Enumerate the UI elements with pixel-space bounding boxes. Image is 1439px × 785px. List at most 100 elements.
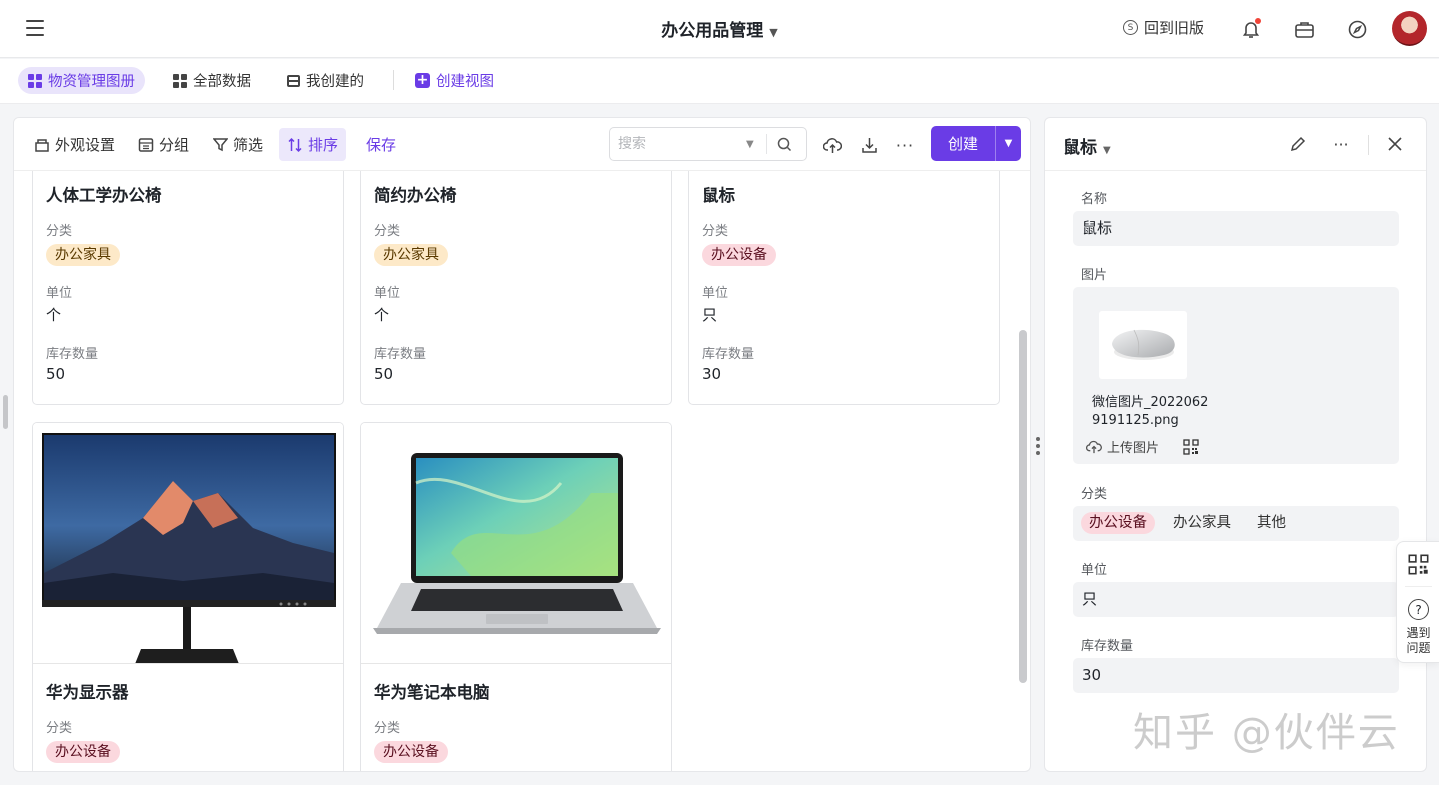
appearance-label: 外观设置 <box>55 136 116 154</box>
create-label: 创建 <box>947 135 978 153</box>
bell-icon[interactable] <box>1240 18 1262 40</box>
table-icon <box>287 74 300 87</box>
upload-image-button[interactable]: 上传图片 <box>1086 437 1159 456</box>
help-icon[interactable]: ? <box>1408 599 1429 620</box>
upload-label: 上传图片 <box>1107 441 1160 456</box>
help-text: 遇到 问题 <box>1406 626 1431 655</box>
field-label: 库存数量 <box>1081 639 1134 654</box>
card-cover-image <box>33 423 343 664</box>
chevron-down-icon[interactable]: ▼ <box>996 138 1021 149</box>
grid-icon <box>173 73 187 88</box>
appearance-button[interactable]: 外观设置 <box>26 128 123 161</box>
resize-handle[interactable] <box>3 395 8 429</box>
divider <box>1368 135 1369 155</box>
field-label: 分类 <box>46 224 73 239</box>
card-title: 华为显示器 <box>46 683 129 702</box>
group-icon <box>138 137 154 152</box>
briefcase-icon[interactable] <box>1293 18 1315 40</box>
side-float-widget: ? 遇到 问题 <box>1396 541 1439 663</box>
qr-code-icon[interactable] <box>1408 554 1429 575</box>
filter-label: 筛选 <box>233 136 264 154</box>
field-label: 分类 <box>46 721 73 736</box>
mouse-image <box>1112 329 1175 360</box>
category-option[interactable]: 其他 <box>1249 512 1294 534</box>
field-label: 库存数量 <box>702 347 755 362</box>
more-icon[interactable]: ··· <box>895 135 915 155</box>
qr-code-icon[interactable] <box>1183 439 1199 455</box>
group-button[interactable]: 分组 <box>130 128 197 161</box>
detail-title[interactable]: 鼠标 ▼ <box>1063 133 1111 158</box>
field-value: 个 <box>374 306 390 324</box>
record-card[interactable]: 简约办公椅 分类 办公家具 单位 个 库存数量 50 <box>360 156 672 405</box>
create-view-label: 创建视图 <box>436 74 494 90</box>
upload-cloud-icon[interactable] <box>822 135 842 155</box>
view-tab-label: 我创建的 <box>306 74 364 90</box>
sort-icon <box>288 137 302 152</box>
filter-icon <box>213 138 228 152</box>
view-tab-my-created[interactable]: 我创建的 <box>277 67 374 94</box>
save-label: 保存 <box>366 136 397 154</box>
file-name: 微信图片_20220629191125.png <box>1092 395 1209 428</box>
sort-button[interactable]: 排序 <box>279 128 347 161</box>
record-card[interactable]: 华为显示器 分类 办公设备 <box>32 422 344 771</box>
panel-resize-handle[interactable] <box>1036 437 1040 455</box>
category-option[interactable]: 办公家具 <box>1165 512 1239 534</box>
search-icon[interactable] <box>777 137 792 152</box>
save-button[interactable]: 保存 <box>358 128 404 161</box>
old-version-button[interactable]: S 回到旧版 <box>1123 17 1204 38</box>
more-icon[interactable]: ··· <box>1331 134 1351 154</box>
chevron-down-icon[interactable]: ▼ <box>746 139 754 150</box>
divider <box>393 70 394 90</box>
laptop-image <box>373 453 661 634</box>
category-option-selected[interactable]: 办公设备 <box>1081 512 1155 534</box>
app-title[interactable]: 办公用品管理 ▼ <box>0 16 1439 41</box>
image-thumbnail[interactable] <box>1099 311 1187 379</box>
toolbar: 外观设置 分组 筛选 排序 保存 ▼ ··· 创 <box>14 118 1030 171</box>
record-card[interactable]: 鼠标 分类 办公设备 单位 只 库存数量 30 <box>688 156 1000 405</box>
download-icon[interactable] <box>859 135 879 155</box>
card-title: 鼠标 <box>702 186 735 205</box>
plus-icon: + <box>415 72 430 88</box>
create-button[interactable]: 创建 ▼ <box>931 126 1021 161</box>
avatar[interactable] <box>1392 11 1427 46</box>
compass-icon[interactable] <box>1346 18 1368 40</box>
view-tab-gallery[interactable]: 物资管理图册 <box>18 67 145 94</box>
field-label: 分类 <box>702 224 729 239</box>
notification-dot <box>1255 18 1261 24</box>
stock-field[interactable]: 30 <box>1073 658 1399 693</box>
gallery-panel: 外观设置 分组 筛选 排序 保存 ▼ ··· 创 <box>13 117 1031 772</box>
search-box: ▼ <box>609 127 807 161</box>
record-detail-panel: 鼠标 ▼ ··· 名称 鼠标 图片 微信图片_20220629191125.png… <box>1044 117 1427 772</box>
field-label: 单位 <box>1081 563 1108 578</box>
unit-field[interactable]: 只 <box>1073 582 1399 617</box>
card-cover-image <box>361 423 671 664</box>
category-tag: 办公设备 <box>702 244 776 266</box>
app-title-text: 办公用品管理 <box>661 21 764 41</box>
scrollbar[interactable] <box>1019 330 1027 683</box>
filter-button[interactable]: 筛选 <box>205 128 271 161</box>
upload-cloud-icon <box>1086 440 1102 453</box>
field-value: 只 <box>702 306 718 324</box>
view-tab-all-data[interactable]: 全部数据 <box>163 67 261 94</box>
field-value: 30 <box>702 365 722 383</box>
category-tag: 办公设备 <box>46 741 120 763</box>
view-tab-label: 全部数据 <box>193 74 251 90</box>
category-tag: 办公设备 <box>374 741 448 763</box>
field-label: 单位 <box>46 286 73 301</box>
detail-header: 鼠标 ▼ ··· <box>1045 118 1426 171</box>
field-label: 图片 <box>1081 268 1108 283</box>
field-label: 单位 <box>374 286 401 301</box>
detail-title-text: 鼠标 <box>1063 138 1097 158</box>
sort-label: 排序 <box>308 136 339 154</box>
search-input[interactable] <box>618 136 738 152</box>
monitor-image <box>42 433 336 663</box>
record-card[interactable]: 人体工学办公椅 分类 办公家具 单位 个 库存数量 50 <box>32 156 344 405</box>
close-icon[interactable] <box>1385 134 1405 154</box>
edit-icon[interactable] <box>1287 134 1307 154</box>
dollar-circle-icon: S <box>1123 20 1138 35</box>
record-card[interactable]: 华为笔记本电脑 分类 办公设备 <box>360 422 672 771</box>
help-label[interactable]: 遇到 问题 <box>1397 626 1439 656</box>
create-view-button[interactable]: + 创建视图 <box>405 67 504 94</box>
field-label: 名称 <box>1081 192 1108 207</box>
name-field[interactable]: 鼠标 <box>1073 211 1399 246</box>
